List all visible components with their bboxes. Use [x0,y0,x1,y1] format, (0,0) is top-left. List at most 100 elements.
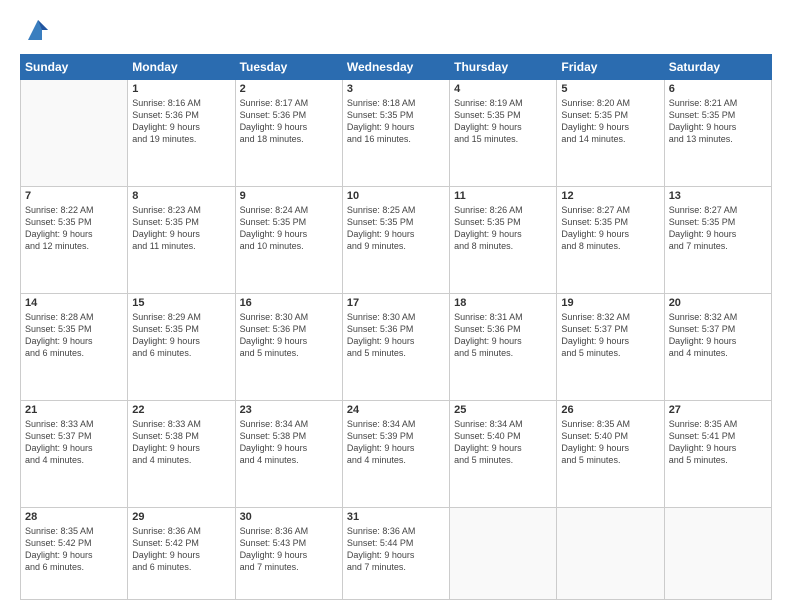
calendar-week-row: 14Sunrise: 8:28 AMSunset: 5:35 PMDayligh… [21,293,772,400]
calendar-cell: 18 Sunrise: 8:31 AMSunset: 5:36 PMDayligh… [450,293,557,400]
calendar-cell: 11 Sunrise: 8:26 AMSunset: 5:35 PMDayligh… [450,186,557,293]
day-info: Sunrise: 8:30 AMSunset: 5:36 PMDaylight:… [347,311,445,360]
calendar-cell: 9 Sunrise: 8:24 AMSunset: 5:35 PMDaylight… [235,186,342,293]
day-info: Sunrise: 8:34 AMSunset: 5:40 PMDaylight:… [454,418,552,467]
weekday-header: Sunday [21,55,128,80]
day-info: Sunrise: 8:17 AMSunset: 5:36 PMDaylight:… [240,97,338,146]
calendar-cell: 27 Sunrise: 8:35 AMSunset: 5:41 PMDayligh… [664,400,771,507]
day-number: 27 [669,404,767,416]
calendar-cell: 22Sunrise: 8:33 AMSunset: 5:38 PMDayligh… [128,400,235,507]
calendar-cell: 1 Sunrise: 8:16 AMSunset: 5:36 PMDaylight… [128,80,235,187]
day-number: 19 [561,297,659,309]
day-info: Sunrise: 8:33 AMSunset: 5:37 PMDaylight:… [25,418,123,467]
day-info: Sunrise: 8:32 AMSunset: 5:37 PMDaylight:… [561,311,659,360]
day-info: Sunrise: 8:36 AMSunset: 5:44 PMDaylight:… [347,525,445,574]
day-info: Sunrise: 8:19 AMSunset: 5:35 PMDaylight:… [454,97,552,146]
day-number: 14 [25,297,123,309]
calendar-week-row: 1 Sunrise: 8:16 AMSunset: 5:36 PMDaylight… [21,80,772,187]
calendar-cell: 4 Sunrise: 8:19 AMSunset: 5:35 PMDaylight… [450,80,557,187]
calendar-cell: 19 Sunrise: 8:32 AMSunset: 5:37 PMDayligh… [557,293,664,400]
day-info: Sunrise: 8:35 AMSunset: 5:41 PMDaylight:… [669,418,767,467]
day-info: Sunrise: 8:35 AMSunset: 5:42 PMDaylight:… [25,525,123,574]
weekday-header: Friday [557,55,664,80]
calendar-week-row: 21 Sunrise: 8:33 AMSunset: 5:37 PMDayligh… [21,400,772,507]
day-number: 24 [347,404,445,416]
day-number: 10 [347,190,445,202]
calendar-cell: 7Sunrise: 8:22 AMSunset: 5:35 PMDaylight… [21,186,128,293]
calendar-cell: 20 Sunrise: 8:32 AMSunset: 5:37 PMDayligh… [664,293,771,400]
day-number: 17 [347,297,445,309]
calendar-week-row: 28 Sunrise: 8:35 AMSunset: 5:42 PMDayligh… [21,507,772,599]
weekday-header: Wednesday [342,55,449,80]
day-info: Sunrise: 8:32 AMSunset: 5:37 PMDaylight:… [669,311,767,360]
calendar-cell: 2 Sunrise: 8:17 AMSunset: 5:36 PMDaylight… [235,80,342,187]
day-info: Sunrise: 8:36 AMSunset: 5:42 PMDaylight:… [132,525,230,574]
day-info: Sunrise: 8:24 AMSunset: 5:35 PMDaylight:… [240,204,338,253]
day-number: 22 [132,404,230,416]
day-number: 21 [25,404,123,416]
calendar-cell: 29 Sunrise: 8:36 AMSunset: 5:42 PMDayligh… [128,507,235,599]
header [20,16,772,44]
day-number: 9 [240,190,338,202]
day-info: Sunrise: 8:23 AMSunset: 5:35 PMDaylight:… [132,204,230,253]
day-info: Sunrise: 8:20 AMSunset: 5:35 PMDaylight:… [561,97,659,146]
calendar-cell: 15 Sunrise: 8:29 AMSunset: 5:35 PMDayligh… [128,293,235,400]
day-number: 20 [669,297,767,309]
day-number: 4 [454,83,552,95]
day-number: 3 [347,83,445,95]
day-info: Sunrise: 8:31 AMSunset: 5:36 PMDaylight:… [454,311,552,360]
day-info: Sunrise: 8:25 AMSunset: 5:35 PMDaylight:… [347,204,445,253]
day-number: 8 [132,190,230,202]
calendar-cell: 26 Sunrise: 8:35 AMSunset: 5:40 PMDayligh… [557,400,664,507]
weekday-header: Monday [128,55,235,80]
calendar-cell [664,507,771,599]
day-info: Sunrise: 8:35 AMSunset: 5:40 PMDaylight:… [561,418,659,467]
calendar-cell: 12Sunrise: 8:27 AMSunset: 5:35 PMDayligh… [557,186,664,293]
day-info: Sunrise: 8:29 AMSunset: 5:35 PMDaylight:… [132,311,230,360]
calendar-cell [557,507,664,599]
day-info: Sunrise: 8:34 AMSunset: 5:39 PMDaylight:… [347,418,445,467]
day-info: Sunrise: 8:16 AMSunset: 5:36 PMDaylight:… [132,97,230,146]
calendar-cell: 17 Sunrise: 8:30 AMSunset: 5:36 PMDayligh… [342,293,449,400]
weekday-header: Thursday [450,55,557,80]
calendar-cell: 10 Sunrise: 8:25 AMSunset: 5:35 PMDayligh… [342,186,449,293]
day-number: 18 [454,297,552,309]
logo [20,16,52,44]
day-number: 29 [132,511,230,523]
calendar-cell: 5 Sunrise: 8:20 AMSunset: 5:35 PMDaylight… [557,80,664,187]
calendar-cell: 21 Sunrise: 8:33 AMSunset: 5:37 PMDayligh… [21,400,128,507]
calendar-cell: 24 Sunrise: 8:34 AMSunset: 5:39 PMDayligh… [342,400,449,507]
day-number: 16 [240,297,338,309]
calendar-cell: 30Sunrise: 8:36 AMSunset: 5:43 PMDayligh… [235,507,342,599]
calendar-cell: 25Sunrise: 8:34 AMSunset: 5:40 PMDayligh… [450,400,557,507]
day-info: Sunrise: 8:27 AMSunset: 5:35 PMDaylight:… [561,204,659,253]
day-info: Sunrise: 8:26 AMSunset: 5:35 PMDaylight:… [454,204,552,253]
calendar-week-row: 7Sunrise: 8:22 AMSunset: 5:35 PMDaylight… [21,186,772,293]
day-number: 31 [347,511,445,523]
calendar: SundayMondayTuesdayWednesdayThursdayFrid… [20,54,772,600]
page: SundayMondayTuesdayWednesdayThursdayFrid… [0,0,792,612]
calendar-cell: 23 Sunrise: 8:34 AMSunset: 5:38 PMDayligh… [235,400,342,507]
day-number: 5 [561,83,659,95]
weekday-header: Saturday [664,55,771,80]
weekday-header: Tuesday [235,55,342,80]
day-info: Sunrise: 8:30 AMSunset: 5:36 PMDaylight:… [240,311,338,360]
day-number: 30 [240,511,338,523]
day-number: 23 [240,404,338,416]
day-number: 6 [669,83,767,95]
day-number: 1 [132,83,230,95]
day-number: 26 [561,404,659,416]
calendar-cell: 31 Sunrise: 8:36 AMSunset: 5:44 PMDayligh… [342,507,449,599]
calendar-cell: 28 Sunrise: 8:35 AMSunset: 5:42 PMDayligh… [21,507,128,599]
calendar-body: 1 Sunrise: 8:16 AMSunset: 5:36 PMDaylight… [21,80,772,600]
day-number: 11 [454,190,552,202]
logo-icon [24,16,52,44]
day-number: 2 [240,83,338,95]
calendar-cell: 14Sunrise: 8:28 AMSunset: 5:35 PMDayligh… [21,293,128,400]
day-info: Sunrise: 8:34 AMSunset: 5:38 PMDaylight:… [240,418,338,467]
day-number: 28 [25,511,123,523]
day-info: Sunrise: 8:22 AMSunset: 5:35 PMDaylight:… [25,204,123,253]
day-info: Sunrise: 8:21 AMSunset: 5:35 PMDaylight:… [669,97,767,146]
day-number: 15 [132,297,230,309]
day-number: 13 [669,190,767,202]
